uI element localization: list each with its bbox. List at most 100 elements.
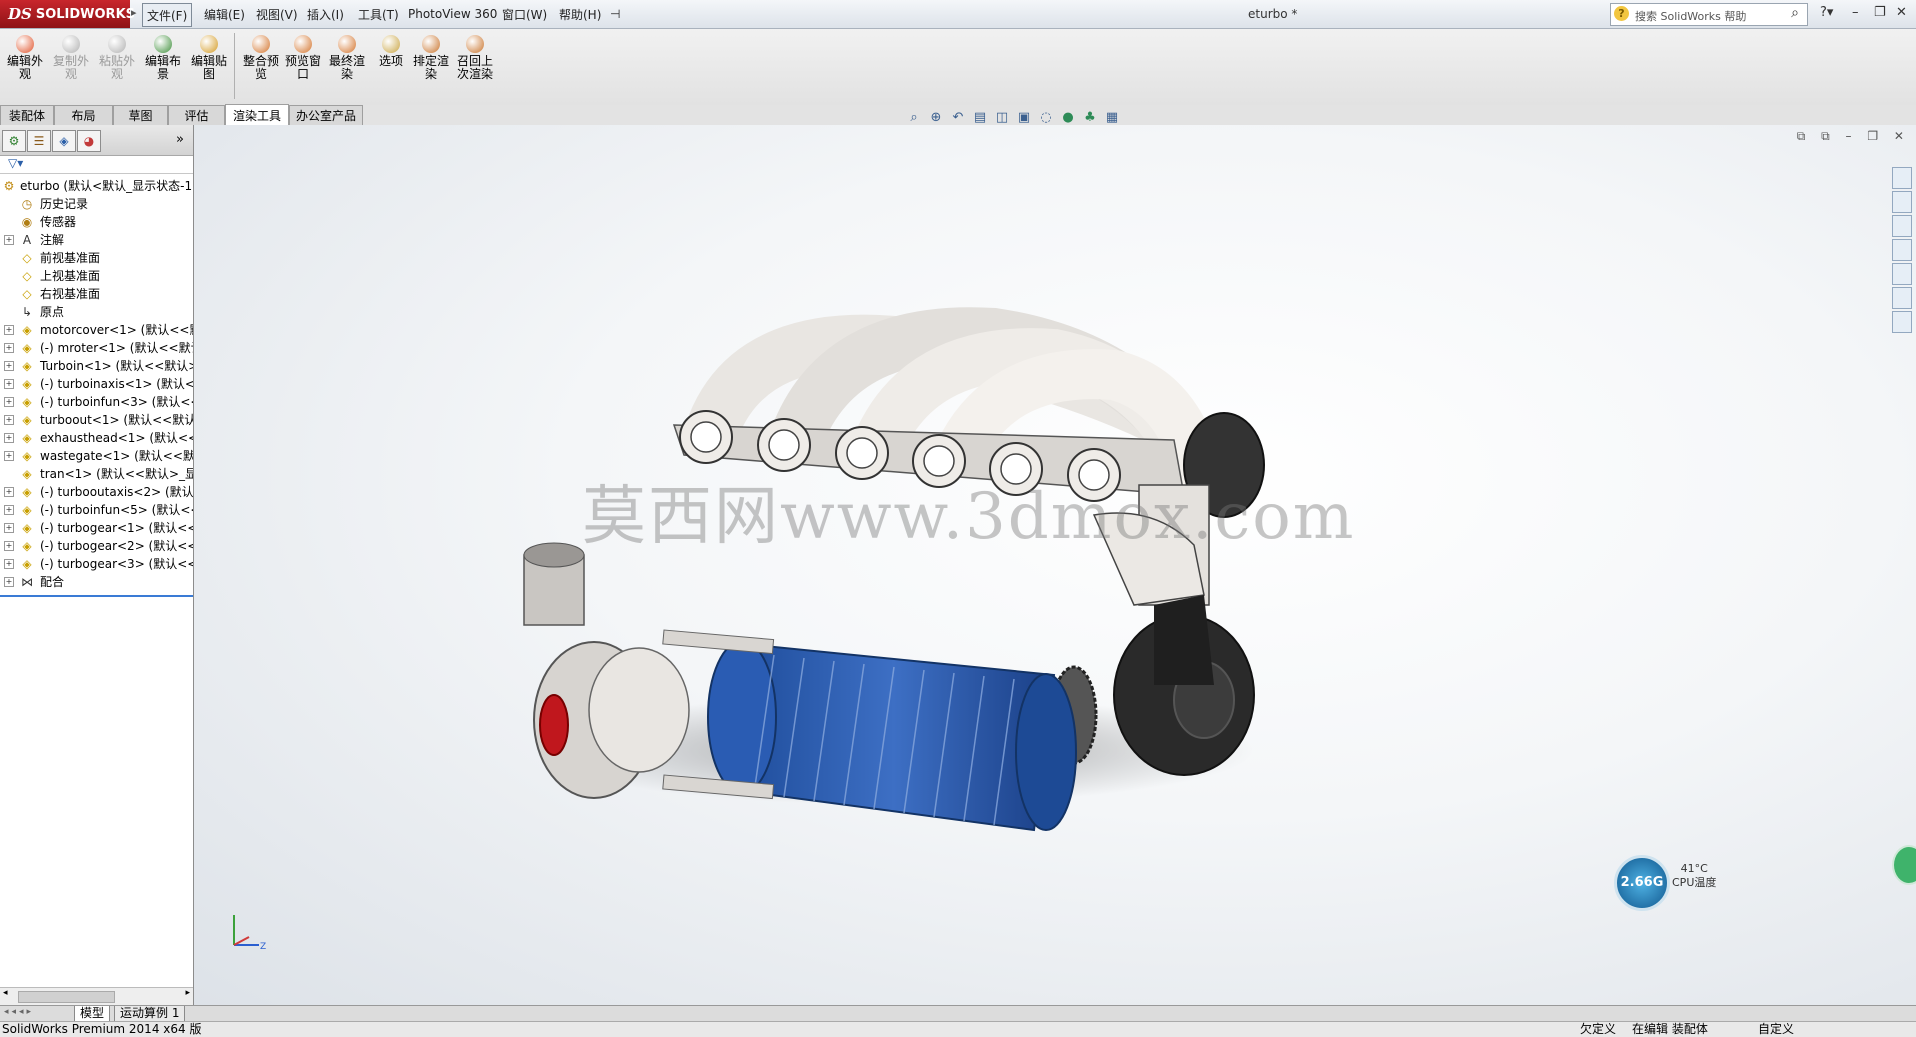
menu-0[interactable]: 文件(F) <box>142 3 193 27</box>
help-search-box[interactable]: ? 搜索 SolidWorks 帮助 ⌕ <box>1610 3 1808 26</box>
apply-scene-icon[interactable]: ♣ <box>1081 110 1099 126</box>
display-manager-tab-icon[interactable]: ◕ <box>77 130 101 152</box>
expand-icon[interactable]: + <box>4 397 14 407</box>
menu-1[interactable]: 编辑(E) <box>200 3 249 25</box>
expand-icon[interactable]: + <box>4 487 14 497</box>
magnifier-icon[interactable]: ⌕ <box>1791 5 1799 21</box>
tree-item[interactable]: + ◈ (-) turbogear<3> (默认<< <box>0 555 193 573</box>
expand-icon[interactable]: + <box>4 325 14 335</box>
menu-arrow-icon[interactable]: ▸ <box>131 6 137 19</box>
expand-icon[interactable]: + <box>4 505 14 515</box>
scrollbar-thumb[interactable] <box>18 991 115 1003</box>
task-pane-home-icon[interactable] <box>1892 191 1912 213</box>
expand-icon[interactable]: + <box>4 343 14 353</box>
task-pane-palette-icon[interactable] <box>1892 263 1912 285</box>
tree-item[interactable]: ◇ 上视基准面 <box>0 267 193 285</box>
section-view-icon[interactable]: ▤ <box>971 110 989 126</box>
menu-7[interactable]: 帮助(H) <box>555 3 605 25</box>
command-button-6[interactable]: 预览窗口 <box>282 33 324 81</box>
command-button-4[interactable]: 编辑贴图 <box>188 33 230 81</box>
configuration-tab-icon[interactable]: ◈ <box>52 130 76 152</box>
tree-item[interactable]: + ◈ (-) turboinfun<5> (默认<< <box>0 501 193 519</box>
expand-icon[interactable]: + <box>4 577 14 587</box>
task-pane-appearance-icon[interactable] <box>1892 287 1912 309</box>
help-icon[interactable]: ?▾ <box>1820 5 1833 20</box>
expand-icon[interactable]: + <box>4 361 14 371</box>
edit-appearance-icon[interactable]: ● <box>1059 110 1077 126</box>
property-manager-tab-icon[interactable]: ☰ <box>27 130 51 152</box>
tree-item[interactable]: + ◈ Turboin<1> (默认<<默认> <box>0 357 193 375</box>
hide-show-icon[interactable]: ◌ <box>1037 110 1055 126</box>
view-settings-icon[interactable]: ▦ <box>1103 110 1121 126</box>
menu-3[interactable]: 插入(I) <box>303 3 348 25</box>
tree-item[interactable]: ◇ 前视基准面 <box>0 249 193 267</box>
tree-item[interactable]: + ◈ motorcover<1> (默认<<默认 <box>0 321 193 339</box>
task-pane-library-icon[interactable] <box>1892 215 1912 237</box>
tree-item[interactable]: + ◈ wastegate<1> (默认<<默认 <box>0 447 193 465</box>
task-pane-resources-icon[interactable] <box>1892 167 1912 189</box>
display-style-icon[interactable]: ▣ <box>1015 110 1033 126</box>
minimize-icon[interactable]: – <box>1852 5 1859 20</box>
zoom-to-area-icon[interactable]: ⊕ <box>927 110 945 126</box>
tree-item[interactable]: + ◈ turboout<1> (默认<<默认 <box>0 411 193 429</box>
restore-icon[interactable]: ❐ <box>1874 5 1886 20</box>
tree-item[interactable]: ◈ tran<1> (默认<<默认>_显 <box>0 465 193 483</box>
tab-5[interactable]: 办公室产品 <box>289 105 363 125</box>
zoom-to-fit-icon[interactable]: ⌕ <box>905 110 923 126</box>
tree-root[interactable]: ⚙ eturbo (默认<默认_显示状态-1>) <box>0 177 193 195</box>
pin-menu-icon[interactable]: ⊣ <box>606 3 624 25</box>
previous-view-icon[interactable]: ↶ <box>949 110 967 126</box>
scroll-left-icon[interactable]: ◂ <box>3 988 8 998</box>
command-button-8[interactable]: 选项 <box>370 33 412 68</box>
menu-2[interactable]: 视图(V) <box>252 3 302 25</box>
tree-item[interactable]: ◉ 传感器 <box>0 213 193 231</box>
task-pane-explorer-icon[interactable] <box>1892 239 1912 261</box>
tree-item[interactable]: + A 注解 <box>0 231 193 249</box>
command-button-3[interactable]: 编辑布景 <box>142 33 184 81</box>
tab-0[interactable]: 装配体 <box>0 105 54 125</box>
expand-icon[interactable]: + <box>4 433 14 443</box>
expand-icon[interactable]: + <box>4 379 14 389</box>
filter-icon[interactable]: ▽▾ <box>8 156 23 170</box>
bottom-tab-1[interactable]: 运动算例 1 <box>114 1006 186 1022</box>
task-pane-custom-icon[interactable] <box>1892 311 1912 333</box>
viewport-window-controls[interactable]: ⧉ ⧉ – ❐ ✕ <box>1797 129 1910 144</box>
tab-1[interactable]: 布局 <box>54 105 113 125</box>
tree-item[interactable]: + ◈ (-) turboinfun<3> (默认<< <box>0 393 193 411</box>
tree-item[interactable]: + ⋈ 配合 <box>0 573 193 591</box>
tree-item[interactable]: + ◈ (-) turbogear<1> (默认<< <box>0 519 193 537</box>
status-units[interactable]: 自定义 <box>1758 1022 1794 1037</box>
tab-2[interactable]: 草图 <box>113 105 168 125</box>
menu-6[interactable]: 窗口(W) <box>498 3 551 25</box>
close-icon[interactable]: ✕ <box>1896 5 1907 20</box>
command-button-0[interactable]: 编辑外观 <box>4 33 46 81</box>
tree-item[interactable]: ◇ 右视基准面 <box>0 285 193 303</box>
horizontal-scrollbar[interactable]: ◂ ▸ <box>0 987 193 1005</box>
expand-icon[interactable]: + <box>4 541 14 551</box>
bottom-tab-0[interactable]: 模型 <box>74 1006 111 1022</box>
feature-tree-tab-icon[interactable]: ⚙ <box>2 130 26 152</box>
scroll-right-icon[interactable]: ▸ <box>185 988 190 998</box>
tree-item[interactable]: + ◈ (-) turbogear<2> (默认<< <box>0 537 193 555</box>
command-button-2[interactable]: 粘贴外观 <box>96 33 138 81</box>
tab-4[interactable]: 渲染工具 <box>225 104 289 126</box>
tree-item[interactable]: + ◈ (-) mroter<1> (默认<<默认 <box>0 339 193 357</box>
command-button-1[interactable]: 复制外观 <box>50 33 92 81</box>
expand-icon[interactable]: + <box>4 451 14 461</box>
expand-icon[interactable]: + <box>4 235 14 245</box>
tab-3[interactable]: 评估 <box>168 105 225 125</box>
view-orientation-icon[interactable]: ◫ <box>993 110 1011 126</box>
expand-icon[interactable]: + <box>4 415 14 425</box>
menu-4[interactable]: 工具(T) <box>354 3 403 25</box>
expand-panel-icon[interactable]: » <box>176 132 184 147</box>
command-button-9[interactable]: 排定渲染 <box>410 33 452 81</box>
command-button-5[interactable]: 整合预览 <box>240 33 282 81</box>
tree-item[interactable]: + ◈ (-) turboinaxis<1> (默认< <box>0 375 193 393</box>
tab-scroll-icons[interactable]: ◂◂◂▸ <box>4 1007 34 1017</box>
command-button-7[interactable]: 最终渲染 <box>326 33 368 81</box>
tree-item[interactable]: + ◈ exhausthead<1> (默认<<默 <box>0 429 193 447</box>
expand-icon[interactable]: + <box>4 523 14 533</box>
tree-item[interactable]: ↳ 原点 <box>0 303 193 321</box>
tree-rollback-bar[interactable] <box>0 595 193 597</box>
tree-item[interactable]: + ◈ (-) turbooutaxis<2> (默认 <box>0 483 193 501</box>
